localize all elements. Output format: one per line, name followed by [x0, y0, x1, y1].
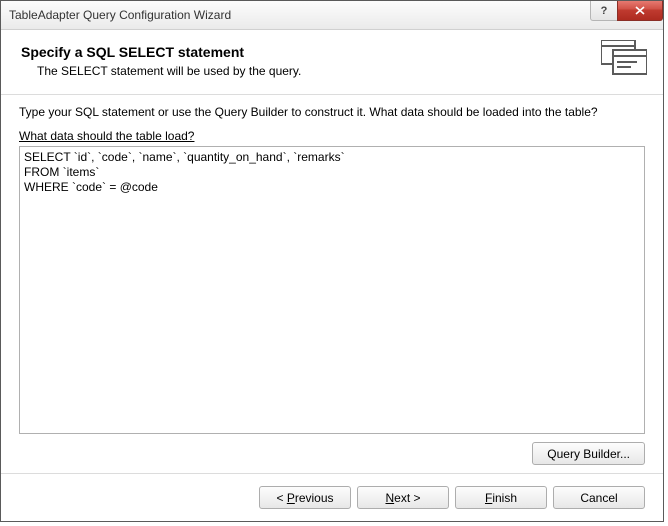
cancel-button[interactable]: Cancel [553, 486, 645, 509]
sql-textarea-wrap [19, 146, 645, 434]
previous-button[interactable]: < Previous [259, 486, 351, 509]
header-title: Specify a SQL SELECT statement [21, 44, 643, 60]
help-icon: ? [601, 5, 608, 17]
btn-text-pre: < [276, 491, 286, 505]
btn-text-post: inish [492, 491, 517, 505]
btn-text-key: N [385, 491, 394, 505]
finish-button[interactable]: Finish [455, 486, 547, 509]
titlebar: TableAdapter Query Configuration Wizard … [1, 1, 663, 30]
wizard-body: Type your SQL statement or use the Query… [1, 95, 663, 473]
close-button[interactable] [617, 1, 663, 21]
close-icon [635, 6, 645, 15]
wizard-footer: < Previous Next > Finish Cancel [1, 473, 663, 521]
query-builder-row: Query Builder... [19, 442, 645, 465]
instruction-text: Type your SQL statement or use the Query… [19, 105, 645, 119]
query-builder-button[interactable]: Query Builder... [532, 442, 645, 465]
sql-textarea[interactable] [19, 146, 645, 434]
btn-text-post: ext > [394, 491, 420, 505]
next-button[interactable]: Next > [357, 486, 449, 509]
sql-field-label: What data should the table load? [19, 129, 645, 143]
help-button[interactable]: ? [590, 1, 618, 21]
wizard-window: TableAdapter Query Configuration Wizard … [0, 0, 664, 522]
header-panel: Specify a SQL SELECT statement The SELEC… [1, 30, 663, 95]
header-subtitle: The SELECT statement will be used by the… [37, 64, 643, 78]
btn-text-key: P [287, 491, 295, 505]
window-title: TableAdapter Query Configuration Wizard [9, 8, 231, 22]
sql-window-icon [601, 40, 647, 79]
btn-text-post: revious [295, 491, 334, 505]
titlebar-controls: ? [591, 1, 663, 21]
